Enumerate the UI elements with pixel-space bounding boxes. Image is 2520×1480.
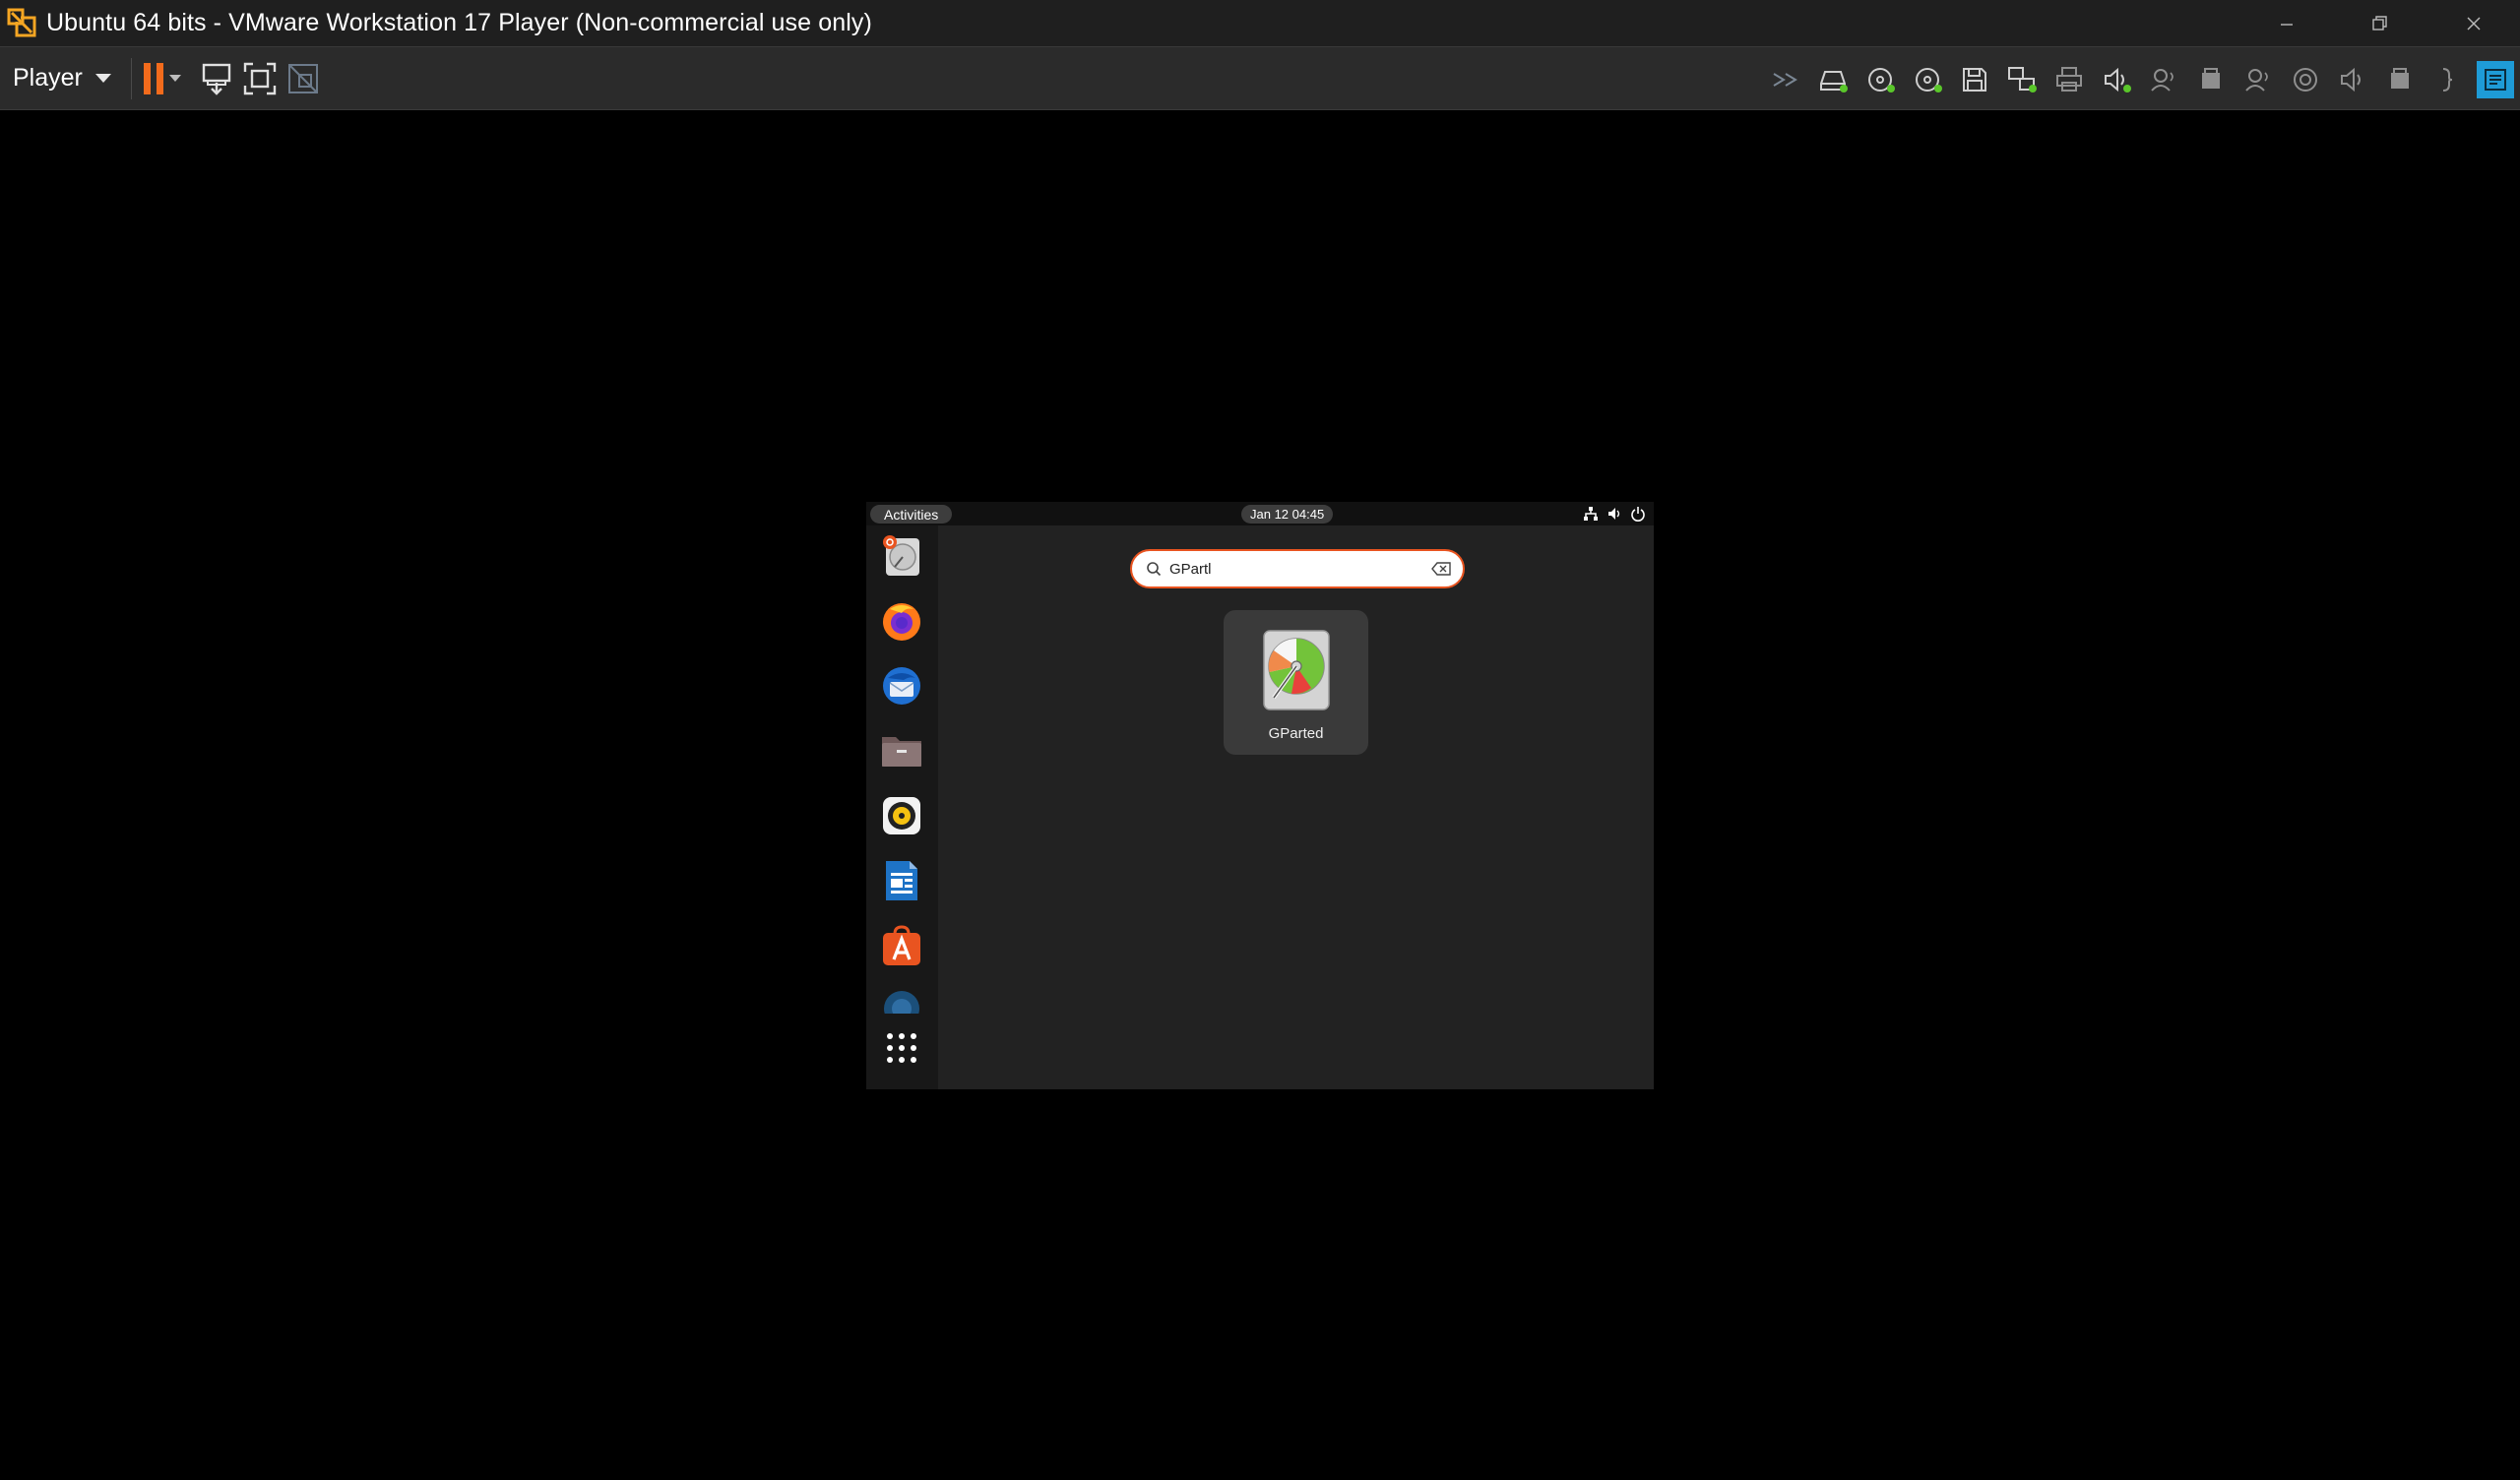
fullscreen-button[interactable]	[242, 57, 278, 100]
send-keys-icon	[202, 63, 231, 95]
device-camera-2[interactable]	[2235, 58, 2282, 101]
dock-item-firefox[interactable]	[879, 598, 924, 644]
device-sound-2[interactable]	[2329, 58, 2376, 101]
thunderbird-icon	[883, 667, 920, 705]
chevron-down-icon[interactable]	[168, 75, 181, 82]
ubuntu-dock	[866, 525, 938, 1089]
search-result-gparted[interactable]: GParted	[1224, 610, 1368, 755]
fullscreen-icon	[243, 62, 277, 94]
device-sound-card[interactable]	[2093, 58, 2140, 101]
files-icon	[882, 737, 921, 767]
disc-icon	[2294, 67, 2317, 92]
search-input[interactable]	[1169, 560, 1429, 578]
device-more[interactable]	[2424, 58, 2471, 101]
connected-indicator	[2029, 84, 2037, 92]
close-button[interactable]	[2426, 0, 2520, 46]
device-printer[interactable]	[2046, 58, 2093, 101]
dock-item-thunderbird[interactable]	[879, 663, 924, 709]
close-icon	[2467, 17, 2480, 30]
minimize-button[interactable]	[2239, 0, 2333, 46]
overview-search-box[interactable]	[1130, 549, 1465, 588]
dock-item-partial[interactable]	[879, 988, 924, 1014]
gnome-top-bar: Activities Jan 12 04:45	[866, 502, 1654, 525]
send-ctrl-alt-del-button[interactable]	[199, 57, 234, 100]
power-icon	[1631, 507, 1645, 522]
dock-item-app-center[interactable]	[879, 923, 924, 968]
webcam-icon	[2151, 68, 2174, 92]
device-tray	[1762, 47, 2520, 111]
unity-mode-button[interactable]	[285, 57, 321, 100]
vmware-toolbar: Player	[0, 46, 2520, 110]
search-result-label: GParted	[1268, 725, 1324, 742]
blue-disc-icon	[884, 991, 919, 1014]
webcam-icon	[2245, 68, 2268, 92]
pause-icon	[143, 62, 163, 94]
device-usb-1[interactable]	[2187, 58, 2235, 101]
double-chevron-right-icon	[1773, 72, 1797, 87]
app-center-icon	[883, 925, 920, 965]
network-icon	[1584, 507, 1598, 521]
window-titlebar[interactable]: Ubuntu 64 bits - VMware Workstation 17 P…	[0, 0, 2520, 46]
connected-indicator	[2123, 84, 2131, 92]
dock-item-rhythmbox[interactable]	[879, 793, 924, 838]
restore-icon	[2371, 15, 2387, 31]
device-hard-disk[interactable]	[1809, 58, 1857, 101]
dock-item-gparted-installer[interactable]	[879, 533, 924, 579]
device-cd-dvd-1[interactable]	[1857, 58, 1904, 101]
bracket-icon	[2442, 67, 2453, 92]
connected-indicator	[1887, 84, 1895, 92]
restore-button[interactable]	[2333, 0, 2426, 46]
gparted-installer-icon	[883, 535, 919, 576]
device-usb-2[interactable]	[2376, 58, 2424, 101]
printer-icon	[2056, 66, 2082, 92]
volume-icon	[1608, 508, 1620, 520]
rhythmbox-icon	[883, 797, 920, 834]
toolbar-divider	[130, 57, 132, 99]
minimize-icon	[2280, 23, 2293, 26]
search-icon	[1144, 559, 1164, 579]
chevron-down-icon	[94, 74, 111, 83]
usb-device-icon	[2391, 67, 2409, 89]
message-log-button[interactable]	[2477, 60, 2514, 98]
clear-search-button[interactable]	[1429, 559, 1453, 579]
show-apps-button[interactable]	[879, 1025, 924, 1071]
device-camera[interactable]	[2140, 58, 2187, 101]
libreoffice-writer-icon	[886, 861, 917, 900]
clock-button[interactable]: Jan 12 04:45	[1241, 505, 1334, 524]
pause-button[interactable]	[143, 57, 181, 100]
unity-icon	[287, 63, 318, 93]
sound-icon	[2341, 67, 2361, 92]
connected-indicator	[1840, 84, 1848, 92]
show-devices-button[interactable]	[1762, 58, 1809, 101]
floppy-icon	[1963, 67, 1986, 92]
vmware-logo-icon	[5, 6, 40, 41]
device-floppy[interactable]	[1951, 58, 1998, 101]
connected-indicator	[1934, 84, 1942, 92]
device-disc[interactable]	[2282, 58, 2329, 101]
dock-item-files[interactable]	[879, 728, 924, 773]
system-tray[interactable]	[1583, 506, 1646, 522]
message-log-icon	[2485, 68, 2506, 91]
player-menu-button[interactable]: Player	[0, 47, 123, 109]
show-apps-icon	[887, 1033, 916, 1063]
usb-device-icon	[2202, 67, 2220, 89]
device-network-adapter[interactable]	[1998, 58, 2046, 101]
window-title: Ubuntu 64 bits - VMware Workstation 17 P…	[46, 9, 872, 36]
backspace-icon	[1431, 562, 1451, 576]
device-cd-dvd-2[interactable]	[1904, 58, 1951, 101]
dock-item-libreoffice-writer[interactable]	[879, 858, 924, 903]
gparted-icon	[1263, 630, 1330, 710]
activities-button[interactable]: Activities	[870, 505, 953, 524]
vm-display[interactable]: Activities Jan 12 04:45 GPartl GParted	[866, 502, 1654, 1089]
firefox-icon	[883, 603, 920, 641]
player-menu-label: Player	[13, 64, 83, 92]
